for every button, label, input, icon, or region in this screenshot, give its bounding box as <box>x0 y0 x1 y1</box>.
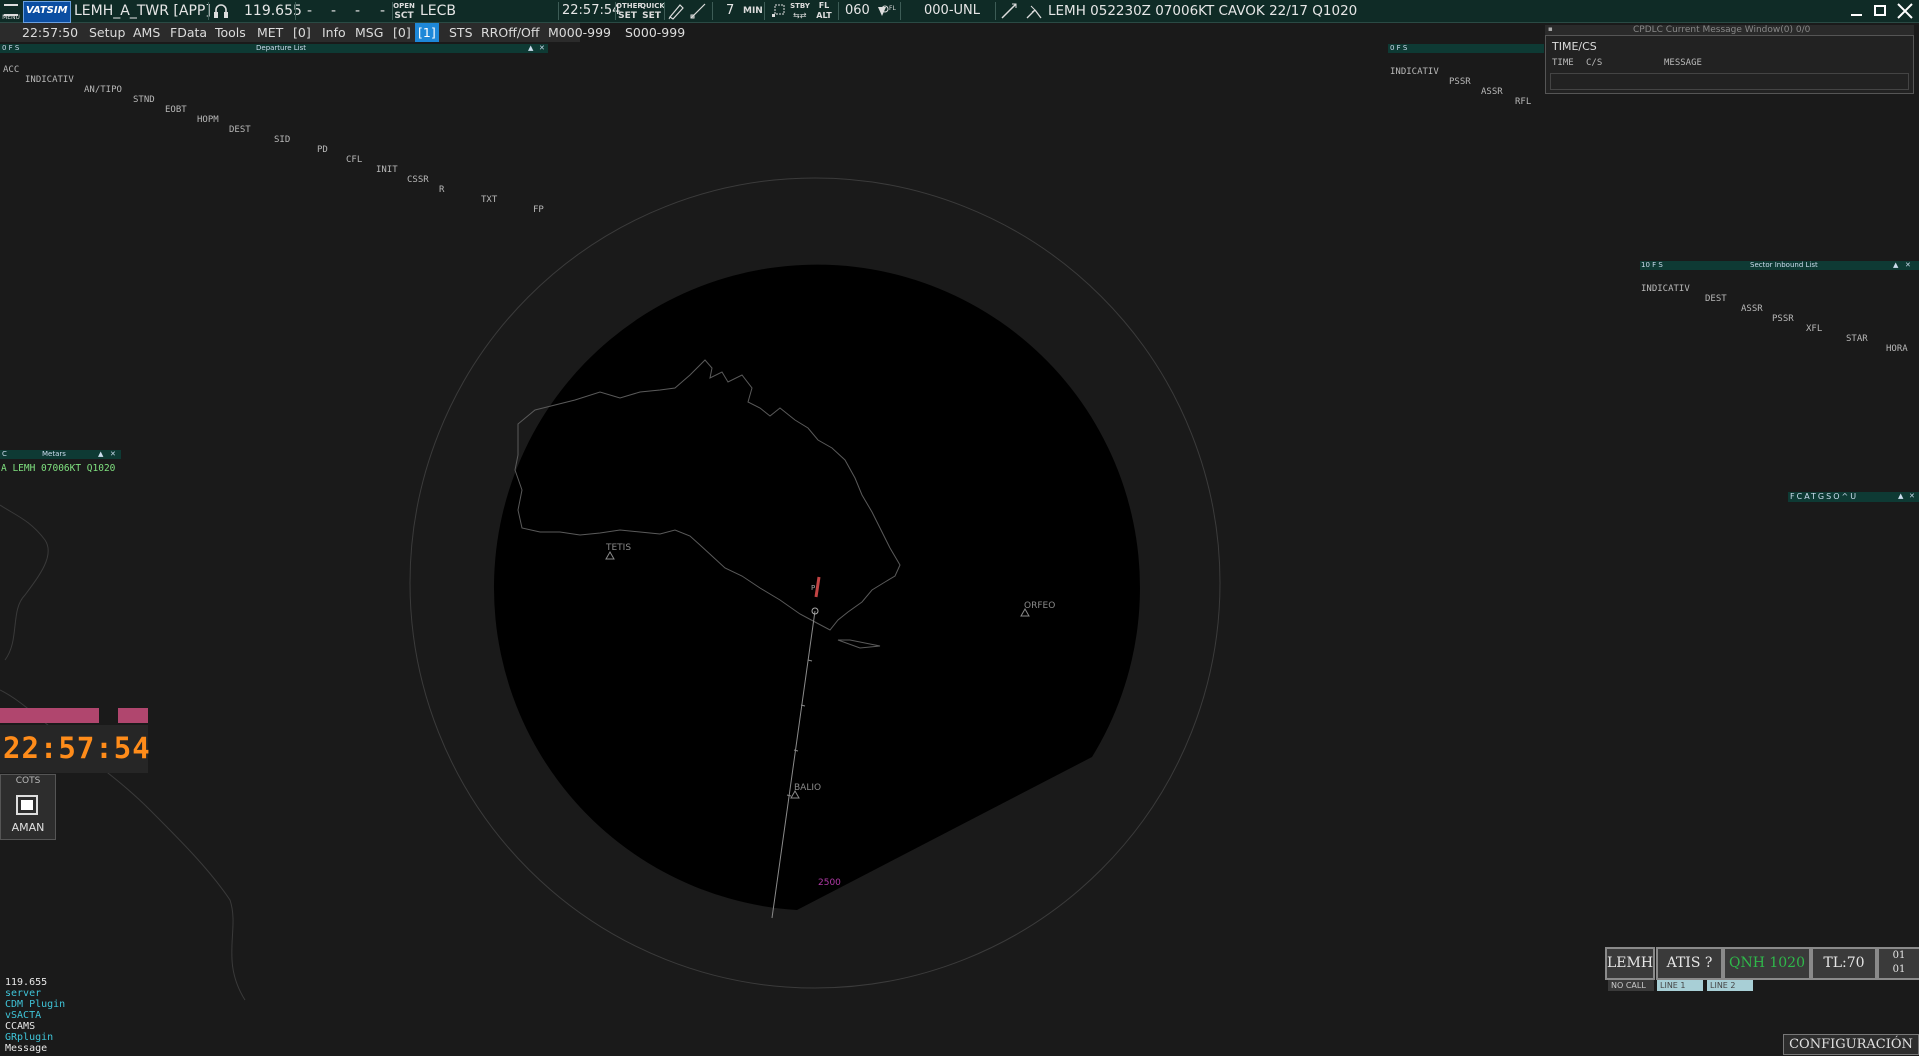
restore-icon <box>1874 5 1886 16</box>
menu-info[interactable]: Info <box>322 23 346 42</box>
line1-button[interactable]: LINE 1 <box>1657 980 1703 991</box>
menu-fdata[interactable]: FData <box>170 23 207 42</box>
quick-set-button[interactable]: QUICK SET <box>640 1 665 21</box>
vatsim-logo-text: VATSIM <box>26 5 68 16</box>
open-label: OPEN <box>393 2 415 10</box>
airport-label: P <box>811 584 815 592</box>
minimize-icon <box>1851 14 1862 16</box>
menu-met[interactable]: MET <box>257 23 283 42</box>
menu-msg-count[interactable]: [0] <box>393 23 411 42</box>
menu-label: MENU <box>2 14 20 21</box>
stby-label: STBY <box>790 2 810 10</box>
plugin-item: vSACTA <box>5 1010 42 1021</box>
menu-button[interactable]: MENU <box>1 1 21 21</box>
dash-2: - <box>331 3 337 19</box>
config-button[interactable]: CONFIGURACIÓN <box>1783 1034 1919 1055</box>
aman-checkbox-icon <box>21 800 33 810</box>
fix-tetis-label: TETIS <box>605 543 631 553</box>
open-sct-button[interactable]: OPEN SCT <box>393 1 415 21</box>
alert-bar-left <box>0 708 99 723</box>
menu-mode-s[interactable]: S000-999 <box>625 23 685 42</box>
quick-label: QUICK <box>640 2 665 10</box>
aman-button[interactable]: AMAN <box>1 821 55 834</box>
tl-box[interactable]: TL:70 <box>1811 947 1877 980</box>
range-value[interactable]: 7 <box>726 0 734 22</box>
menu-active-count[interactable]: [1] <box>415 23 439 42</box>
callsign: LEMH_A_TWR [APP] <box>74 3 211 19</box>
metar-display: LEMH 052230Z 07006KT CAVOK 22/17 Q1020 <box>1048 3 1358 19</box>
stby-button[interactable]: STBY ⇆⇄ <box>789 1 811 21</box>
plugin-item: Message <box>5 1043 48 1054</box>
target-altitude-label: 2500 <box>818 878 841 888</box>
menu-msg[interactable]: MSG <box>355 23 383 42</box>
ruler-tool-icon[interactable] <box>1000 2 1018 20</box>
dash-3: - <box>355 3 361 19</box>
min-button[interactable]: MIN <box>743 6 763 16</box>
counter-top: 01 <box>1892 950 1906 961</box>
menu-setup[interactable]: Setup <box>89 23 125 42</box>
menu-ams[interactable]: AMS <box>133 23 160 42</box>
other-label: OTHER <box>616 2 643 10</box>
restore-button[interactable] <box>1872 2 1890 20</box>
quick-set-label: SET <box>642 11 661 21</box>
minimize-button[interactable] <box>1848 2 1866 20</box>
transition-fl-icon[interactable]: FL <box>876 2 898 20</box>
menu-tools[interactable]: Tools <box>215 23 246 42</box>
fl-alt-button[interactable]: FL ALT <box>813 1 835 21</box>
plugin-item: server <box>5 988 42 999</box>
dash-1: - <box>307 3 313 19</box>
plugin-item: GRplugin <box>5 1032 54 1043</box>
line2-button[interactable]: LINE 2 <box>1707 980 1753 991</box>
other-set-button[interactable]: OTHER SET <box>616 1 643 21</box>
menu-met-count[interactable]: [0] <box>293 23 311 42</box>
fl-value[interactable]: 060 <box>845 0 870 22</box>
airport-box[interactable]: LEMH <box>1605 947 1655 980</box>
clock-time: 22:57:54 <box>3 731 151 765</box>
plugin-frequency: 119.655 <box>5 977 48 988</box>
stby-arrows-icon: ⇆⇄ <box>793 11 807 20</box>
close-icon <box>1897 3 1913 19</box>
alert-bar-right <box>118 708 148 723</box>
fl-label: FL <box>818 1 830 10</box>
menu-sts[interactable]: STS <box>449 23 473 42</box>
clock-widget: 22:57:54 <box>0 725 151 773</box>
close-button[interactable] <box>1896 2 1914 20</box>
level-filter[interactable]: 000-UNL <box>924 0 980 22</box>
selection-box-icon[interactable] <box>770 3 786 19</box>
cpdlc-title-bar[interactable]: ▪ CPDLC Current Message Window(0) 0/0 <box>1545 25 1914 35</box>
aman-toggle[interactable] <box>16 795 38 815</box>
menu-rroff[interactable]: RROff/Off <box>481 23 539 42</box>
fix-orfeo-label: ORFEO <box>1024 601 1055 611</box>
counter-box[interactable]: 01 01 <box>1877 947 1919 980</box>
fix-balio-label: BALIO <box>794 783 821 793</box>
cpdlc-title: CPDLC Current Message Window(0) 0/0 <box>1633 25 1811 35</box>
dash-4: - <box>380 3 386 19</box>
atis-box[interactable]: ATIS ? <box>1656 947 1723 980</box>
pen-icon[interactable] <box>667 2 685 20</box>
ruler-icon[interactable] <box>689 2 707 20</box>
cpdlc-menu-icon[interactable]: ▪ <box>1548 25 1553 33</box>
frequency[interactable]: 119.655 <box>244 0 302 22</box>
separation-tool-icon[interactable] <box>1025 2 1043 20</box>
menu-time: 22:57:50 <box>22 25 79 40</box>
plugin-item: CDM Plugin <box>5 999 66 1010</box>
plugin-item: CCAMS <box>5 1021 36 1032</box>
vatsim-logo[interactable]: VATSIM <box>23 1 71 23</box>
cots-label: COTS <box>15 776 41 786</box>
svg-text:FL: FL <box>889 5 896 12</box>
radar-scope[interactable]: P TETIS ORFEO BALIO 2500 <box>0 43 1919 1043</box>
alt-label: ALT <box>816 11 832 20</box>
toolbar-clock: 22:57:54 <box>562 3 621 18</box>
no-call-button[interactable]: NO CALL <box>1608 980 1654 991</box>
sector-name[interactable]: LECB <box>420 0 456 22</box>
counter-bottom: 01 <box>1892 964 1906 975</box>
qnh-box[interactable]: QNH 1020 <box>1723 947 1811 980</box>
sct-label: SCT <box>394 11 414 21</box>
menu-mode-m[interactable]: M000-999 <box>548 23 611 42</box>
other-set-label: SET <box>618 11 637 21</box>
headset-icon[interactable] <box>213 3 229 19</box>
cots-panel: COTS AMAN <box>0 774 56 840</box>
